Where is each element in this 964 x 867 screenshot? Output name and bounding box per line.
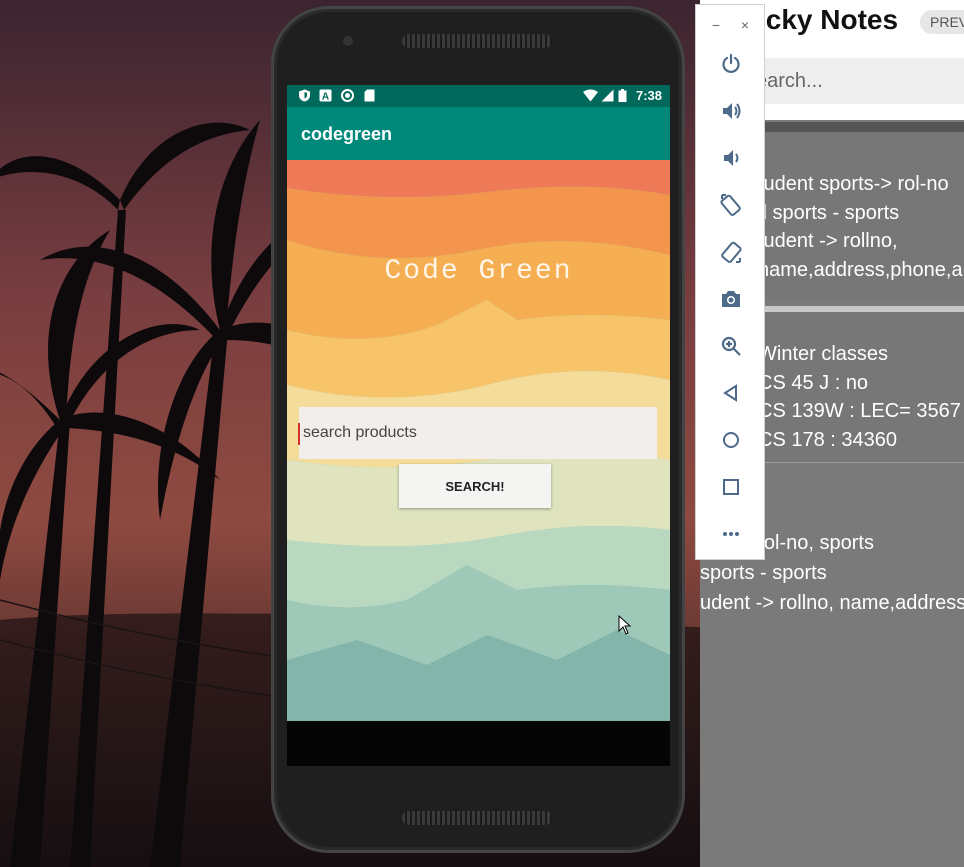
search-products-input[interactable]: search products xyxy=(299,407,657,459)
home-button[interactable] xyxy=(716,425,746,455)
camera-icon xyxy=(722,291,740,307)
status-bar: A 7:38 xyxy=(287,85,670,107)
zoom-button[interactable] xyxy=(716,331,746,361)
volume-up-icon xyxy=(723,103,741,119)
power-button[interactable] xyxy=(716,49,746,79)
home-icon xyxy=(723,432,739,448)
power-icon xyxy=(722,53,740,73)
search-button[interactable]: SEARCH! xyxy=(399,464,551,508)
zoom-icon xyxy=(721,336,741,356)
note-line: udent -> rollno, name,address, xyxy=(700,592,964,614)
emulator-toolbar: − × xyxy=(695,4,765,560)
battery-icon xyxy=(618,89,627,102)
sticky-notes-title: icky Notes xyxy=(758,4,899,35)
phone-screen: A 7:38 codegreen Code Green search produ… xyxy=(287,85,670,766)
app-content: Code Green search products SEARCH! xyxy=(287,160,670,721)
a-notification-icon: A xyxy=(319,89,332,102)
navigation-bar xyxy=(287,721,670,766)
front-camera xyxy=(343,36,353,46)
minimize-button[interactable]: − xyxy=(706,15,726,35)
rotate-right-button[interactable] xyxy=(716,237,746,267)
top-speaker xyxy=(402,34,552,48)
sd-card-icon xyxy=(364,89,375,102)
app-bar: codegreen xyxy=(287,107,670,160)
note-line: sports - sports xyxy=(700,562,827,584)
rotate-right-icon xyxy=(721,241,742,263)
overview-icon xyxy=(723,479,739,495)
mouse-cursor-icon xyxy=(618,615,632,635)
back-icon xyxy=(723,384,737,402)
sync-icon xyxy=(341,89,354,102)
shield-icon xyxy=(299,89,310,102)
close-button[interactable]: × xyxy=(735,15,755,35)
volume-down-icon xyxy=(724,150,739,166)
volume-up-button[interactable] xyxy=(716,96,746,126)
status-time: 7:38 xyxy=(635,88,662,103)
signal-icon xyxy=(601,89,614,102)
screenshot-button[interactable] xyxy=(716,284,746,314)
more-button[interactable] xyxy=(716,519,746,549)
sticky-notes-search-input[interactable]: earch... xyxy=(750,58,964,104)
banner-title: Code Green xyxy=(384,256,573,287)
text-cursor xyxy=(298,423,300,445)
rotate-left-button[interactable] xyxy=(716,190,746,220)
back-button[interactable] xyxy=(716,378,746,408)
rotate-left-icon xyxy=(720,194,741,216)
svg-text:A: A xyxy=(322,92,329,103)
wifi-icon xyxy=(583,89,598,102)
more-icon xyxy=(723,532,739,536)
volume-down-button[interactable] xyxy=(716,143,746,173)
overview-button[interactable] xyxy=(716,472,746,502)
bottom-speaker xyxy=(402,811,552,825)
app-title: codegreen xyxy=(301,124,393,144)
preview-badge: PREV xyxy=(920,10,964,34)
